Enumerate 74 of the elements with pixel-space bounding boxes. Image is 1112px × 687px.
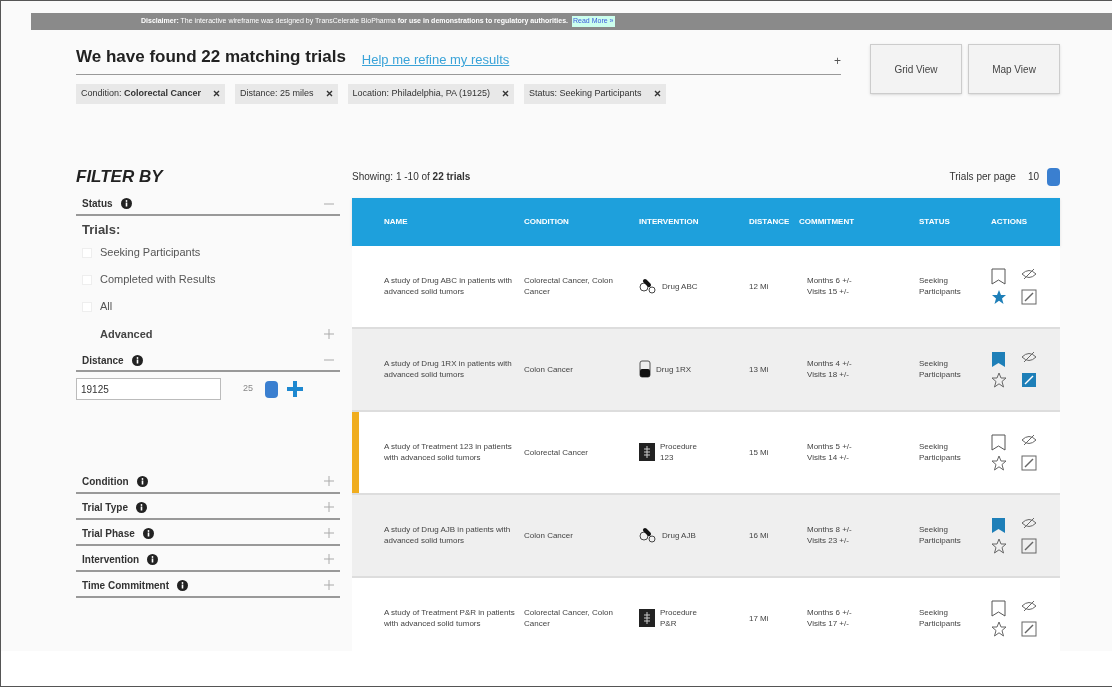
remove-icon[interactable] <box>213 90 221 97</box>
trial-name: A study of Drug AJB in patients with advanced solid tumors <box>384 524 512 546</box>
section-label[interactable]: Trial Type <box>82 499 128 515</box>
table-cell-text: Months 5 +/- Visits 14 +/- <box>806 441 853 463</box>
table-cell-text: Seeking Participants <box>919 607 962 629</box>
vial-icon <box>639 360 651 378</box>
x-ray-icon <box>639 443 655 461</box>
section-label[interactable]: Time Commitment <box>82 577 170 593</box>
section-label[interactable]: Trial Phase <box>82 525 135 541</box>
intervention-label: Drug 1RX <box>656 363 693 375</box>
table-cell-text: Months 6 +/- Visits 15 +/- <box>806 275 853 297</box>
per-page-label: Trials per page <box>949 170 1016 184</box>
table-cell-text: 16 Mi <box>749 529 770 541</box>
table-cell-text: Seeking Participants <box>919 358 962 380</box>
intervention-label: Drug AJB <box>662 529 697 541</box>
info-icon[interactable] <box>177 579 189 591</box>
table-cell-text: Months 4 +/- Visits 18 +/- <box>806 358 853 380</box>
table-cell-text: Months 8 +/- Visits 23 +/- <box>806 524 853 546</box>
table-cell-text: 13 Mi <box>749 363 770 375</box>
table-cell-text: Months 6 +/- Visits 17 +/- <box>806 607 853 629</box>
table-cell-text: Colorectal Cancer, Colon Cancer <box>524 607 614 629</box>
table-cell-text: 17 Mi <box>749 612 770 624</box>
results-count: Showing: 1 -10 of 22 trials <box>352 170 471 184</box>
filter-chip[interactable]: Distance: 25 miles <box>235 83 338 104</box>
miles-select[interactable]: 25 <box>243 380 278 398</box>
pills-icon <box>639 527 657 543</box>
results-heading: We have found 22 matching trials <box>76 46 346 68</box>
section-label[interactable]: Condition <box>82 473 129 489</box>
table-cell-text: Colon Cancer <box>524 529 574 541</box>
table-cell-text: Colon Cancer <box>524 363 574 375</box>
trial-name: A study of Drug 1RX in patients with advanced solid tumors <box>384 358 513 380</box>
add-icon[interactable] <box>286 380 304 398</box>
advanced-label[interactable]: Advanced <box>100 325 153 343</box>
remove-icon[interactable] <box>502 90 510 97</box>
intervention-label: Procedure 123 <box>660 441 698 463</box>
table-cell-text: 15 Mi <box>749 446 770 458</box>
info-icon[interactable] <box>135 501 147 513</box>
info-icon[interactable] <box>136 475 148 487</box>
section-label[interactable]: Intervention <box>82 551 140 567</box>
filter-chip[interactable]: Condition: Colorectal Cancer <box>76 83 226 104</box>
filter-chip[interactable]: Location: Philadelphia, PA (19125) <box>347 83 515 104</box>
group-label: Trials: <box>81 220 122 239</box>
section-label[interactable]: Distance <box>82 352 124 368</box>
filter-heading: FILTER BY <box>76 165 165 188</box>
trial-name: A study of Drug ABC in patients with advanced solid tumors <box>384 275 514 297</box>
info-icon[interactable] <box>147 553 159 565</box>
info-icon[interactable] <box>131 354 143 366</box>
remove-icon[interactable] <box>653 90 661 97</box>
option-label[interactable]: All <box>100 298 113 315</box>
option-label[interactable]: Completed with Results <box>100 271 216 288</box>
trial-name: A study of Treatment P&R in patients with advanced solid tumors <box>384 607 516 629</box>
section-label[interactable]: Status <box>82 196 113 211</box>
view-button[interactable]: Map View <box>968 44 1060 94</box>
remove-icon[interactable] <box>325 90 333 97</box>
table-cell-text: Colorectal Cancer, Colon Cancer <box>524 275 614 297</box>
info-icon[interactable] <box>142 527 154 539</box>
table-cell-text: Seeking Participants <box>919 275 962 297</box>
filter-chip[interactable]: Status: Seeking Participants <box>524 83 666 104</box>
add-icon[interactable]: + <box>834 51 841 70</box>
table-cell-text: Seeking Participants <box>919 441 962 463</box>
per-page-select[interactable]: 10 <box>1027 167 1060 186</box>
info-icon[interactable] <box>120 198 132 209</box>
x-ray-icon <box>639 609 655 627</box>
refine-field[interactable]: Help me refine my results <box>361 50 818 70</box>
pills-icon <box>639 278 657 294</box>
option-label[interactable]: Seeking Participants <box>100 244 201 261</box>
zip-field[interactable]: 19125 <box>76 378 221 400</box>
view-button[interactable]: Grid View <box>870 44 962 94</box>
table-cell-text: Seeking Participants <box>919 524 962 546</box>
intervention-label: Procedure P&R <box>660 607 698 629</box>
table-cell-text: 12 Mi <box>749 280 770 292</box>
trial-name: A study of Treatment 123 in patients with advanced solid tumors <box>384 441 513 463</box>
table-cell-text: Colorectal Cancer <box>524 446 590 458</box>
intervention-label: Drug ABC <box>662 280 699 292</box>
